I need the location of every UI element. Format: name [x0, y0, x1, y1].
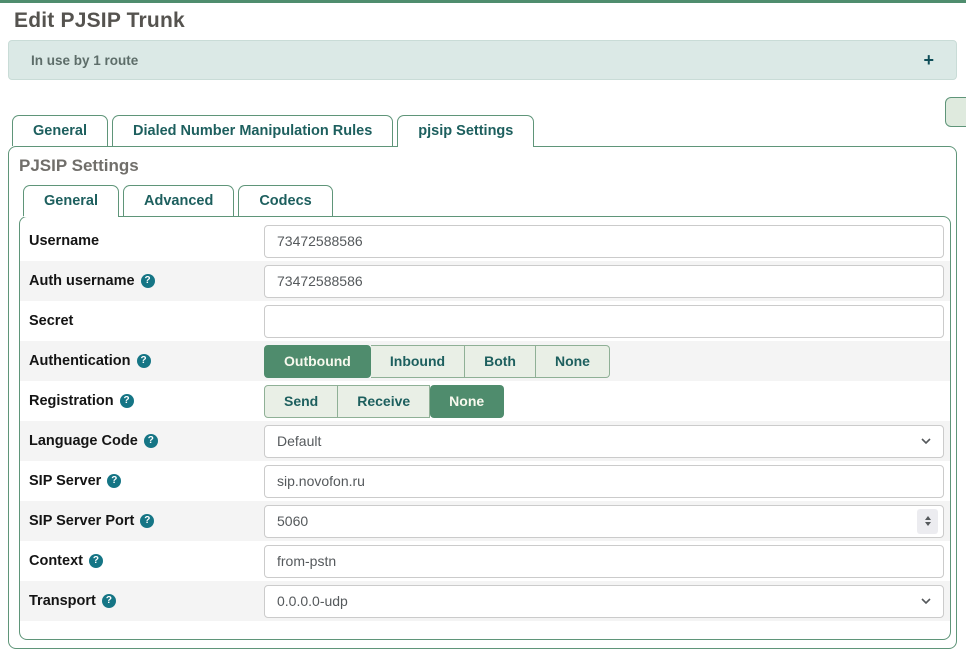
form-row-sip-server-port: SIP Server Port ? 5060	[20, 501, 950, 541]
help-icon[interactable]: ?	[140, 514, 154, 528]
transport-label: Transport ?	[29, 593, 264, 609]
form-row-language-code: Language Code ? Default	[20, 421, 950, 461]
tab-general[interactable]: General	[12, 115, 108, 146]
section-heading: PJSIP Settings	[19, 155, 951, 177]
authentication-none-button[interactable]: None	[536, 345, 610, 378]
subtab-codecs[interactable]: Codecs	[238, 185, 332, 216]
authentication-outbound-button[interactable]: Outbound	[264, 345, 371, 378]
secret-label: Secret	[29, 313, 264, 329]
page-title: Edit PJSIP Trunk	[14, 9, 966, 33]
form-row-auth-username: Auth username ?	[20, 261, 950, 301]
sip-server-port-label: SIP Server Port ?	[29, 513, 264, 529]
chevron-down-icon	[921, 438, 931, 444]
subtab-advanced[interactable]: Advanced	[123, 185, 234, 216]
username-input[interactable]	[264, 225, 944, 258]
registration-button-group: Send Receive None	[264, 385, 504, 418]
form-row-registration: Registration ? Send Receive None	[20, 381, 950, 421]
general-settings-form: Username Auth username ? Secret	[19, 216, 951, 640]
help-icon[interactable]: ?	[102, 594, 116, 608]
help-icon[interactable]: ?	[144, 434, 158, 448]
subtab-general[interactable]: General	[23, 185, 119, 216]
secret-input[interactable]	[264, 305, 944, 338]
usage-notice-text: In use by 1 route	[31, 53, 138, 68]
pjsip-sub-tab-bar: General Advanced Codecs	[23, 185, 951, 216]
registration-none-button[interactable]: None	[430, 385, 504, 418]
help-icon[interactable]: ?	[141, 274, 155, 288]
sip-server-input[interactable]	[264, 465, 944, 498]
language-code-label: Language Code ?	[29, 433, 264, 449]
form-row-transport: Transport ? 0.0.0.0-udp	[20, 581, 950, 621]
usage-notice-panel[interactable]: In use by 1 route +	[8, 40, 957, 80]
authentication-inbound-button[interactable]: Inbound	[371, 345, 465, 378]
form-row-context: Context ?	[20, 541, 950, 581]
pjsip-settings-panel: PJSIP Settings General Advanced Codecs U…	[8, 146, 957, 649]
registration-send-button[interactable]: Send	[264, 385, 338, 418]
trunk-tab-bar: General Dialed Number Manipulation Rules…	[12, 115, 966, 146]
form-row-username: Username	[20, 221, 950, 261]
authentication-label: Authentication ?	[29, 353, 264, 369]
help-icon[interactable]: ?	[120, 394, 134, 408]
spinner-up-icon[interactable]	[925, 516, 931, 520]
transport-select[interactable]: 0.0.0.0-udp	[264, 585, 944, 618]
help-icon[interactable]: ?	[137, 354, 151, 368]
authentication-both-button[interactable]: Both	[465, 345, 536, 378]
expand-plus-icon[interactable]: +	[923, 51, 934, 69]
help-icon[interactable]: ?	[107, 474, 121, 488]
form-row-sip-server: SIP Server ?	[20, 461, 950, 501]
authentication-button-group: Outbound Inbound Both None	[264, 345, 610, 378]
number-spinner[interactable]	[917, 509, 938, 534]
language-code-select[interactable]: Default	[264, 425, 944, 458]
edit-pjsip-trunk-page: Edit PJSIP Trunk In use by 1 route + Gen…	[0, 0, 966, 658]
form-row-secret: Secret	[20, 301, 950, 341]
chevron-down-icon	[921, 598, 931, 604]
top-accent-bar	[0, 0, 966, 3]
tab-dialed-number-manipulation-rules[interactable]: Dialed Number Manipulation Rules	[112, 115, 393, 146]
spinner-down-icon[interactable]	[925, 522, 931, 526]
context-label: Context ?	[29, 553, 264, 569]
auth-username-label: Auth username ?	[29, 273, 264, 289]
registration-label: Registration ?	[29, 393, 264, 409]
tab-pjsip-settings[interactable]: pjsip Settings	[397, 115, 534, 146]
registration-receive-button[interactable]: Receive	[338, 385, 430, 418]
sip-server-port-input[interactable]: 5060	[264, 505, 944, 538]
context-input[interactable]	[264, 545, 944, 578]
auth-username-input[interactable]	[264, 265, 944, 298]
sip-server-label: SIP Server ?	[29, 473, 264, 489]
help-icon[interactable]: ?	[89, 554, 103, 568]
username-label: Username	[29, 233, 264, 249]
form-row-authentication: Authentication ? Outbound Inbound Both N…	[20, 341, 950, 381]
